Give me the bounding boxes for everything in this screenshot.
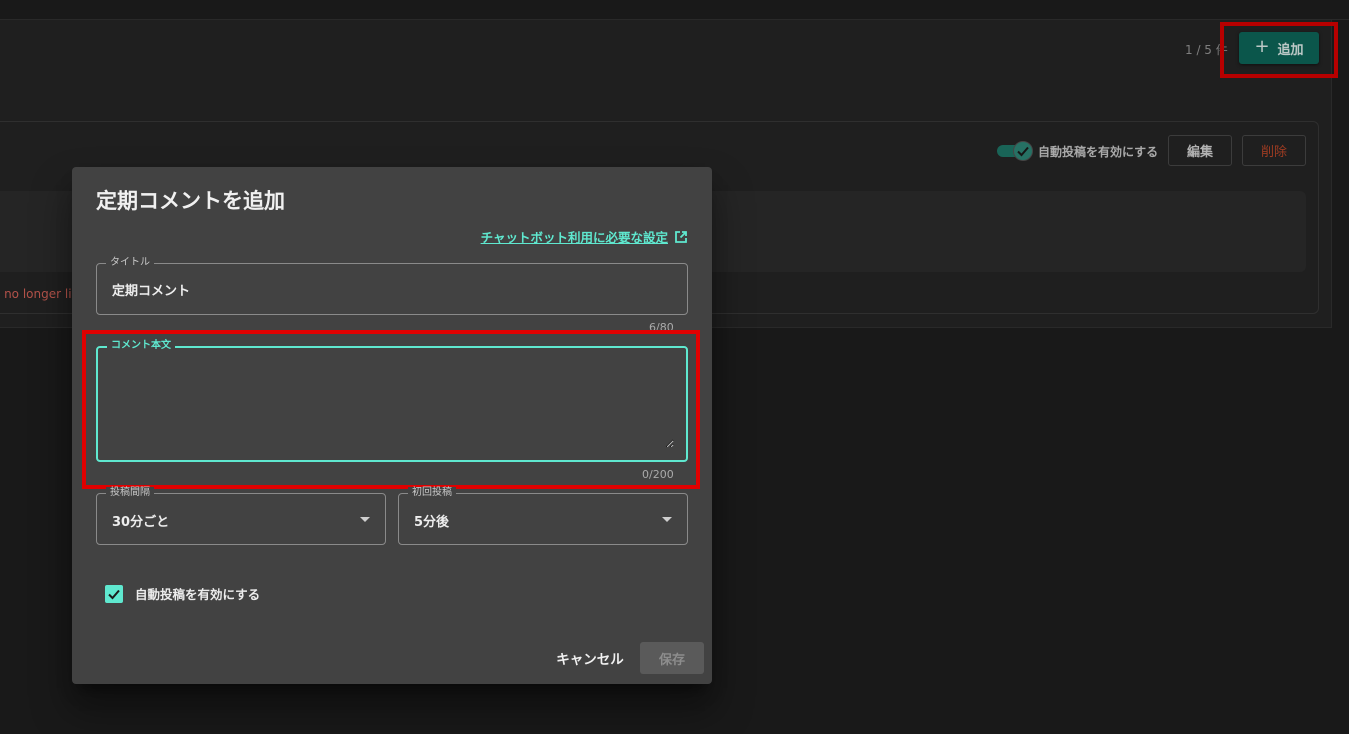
- comment-body-field[interactable]: コメント本文: [96, 340, 688, 462]
- page: 1 / 5 件 + 追加 自動投稿を有効にする 編集 削除 s no longe…: [0, 0, 1349, 734]
- caret-down-icon: [662, 517, 672, 522]
- caret-down-icon: [360, 517, 370, 522]
- check-icon: [108, 589, 120, 599]
- post-interval-select[interactable]: 投稿間隔 30分ごと: [96, 487, 386, 545]
- auto-post-checkbox[interactable]: [105, 584, 123, 603]
- comment-body-char-counter: 0/200: [642, 468, 674, 481]
- save-button[interactable]: 保存: [640, 642, 704, 674]
- comment-body-textarea[interactable]: [110, 360, 674, 448]
- post-interval-label: 投稿間隔: [106, 487, 154, 499]
- comment-body-field-label: コメント本文: [107, 340, 175, 352]
- first-post-value: 5分後: [414, 515, 450, 530]
- cancel-button[interactable]: キャンセル: [552, 642, 628, 674]
- auto-post-checkbox-row[interactable]: 自動投稿を有効にする: [105, 584, 260, 603]
- title-field-label: タイトル: [106, 257, 154, 269]
- first-post-select[interactable]: 初回投稿 5分後: [398, 487, 688, 545]
- title-field[interactable]: タイトル 定期コメント: [96, 257, 688, 315]
- settings-link-label: チャットボット利用に必要な設定: [480, 230, 668, 245]
- auto-post-checkbox-label: 自動投稿を有効にする: [135, 587, 261, 602]
- title-field-value: 定期コメント: [112, 284, 191, 299]
- post-interval-value: 30分ごと: [112, 515, 170, 530]
- dialog-title: 定期コメントを追加: [96, 189, 285, 213]
- external-link-icon: [675, 230, 687, 243]
- title-char-counter: 6/80: [649, 321, 674, 334]
- first-post-label: 初回投稿: [408, 487, 456, 499]
- add-scheduled-comment-dialog: 定期コメントを追加 チャットボット利用に必要な設定 タイトル 定期コメント 6/…: [72, 167, 712, 684]
- chatbot-settings-link[interactable]: チャットボット利用に必要な設定: [481, 227, 688, 246]
